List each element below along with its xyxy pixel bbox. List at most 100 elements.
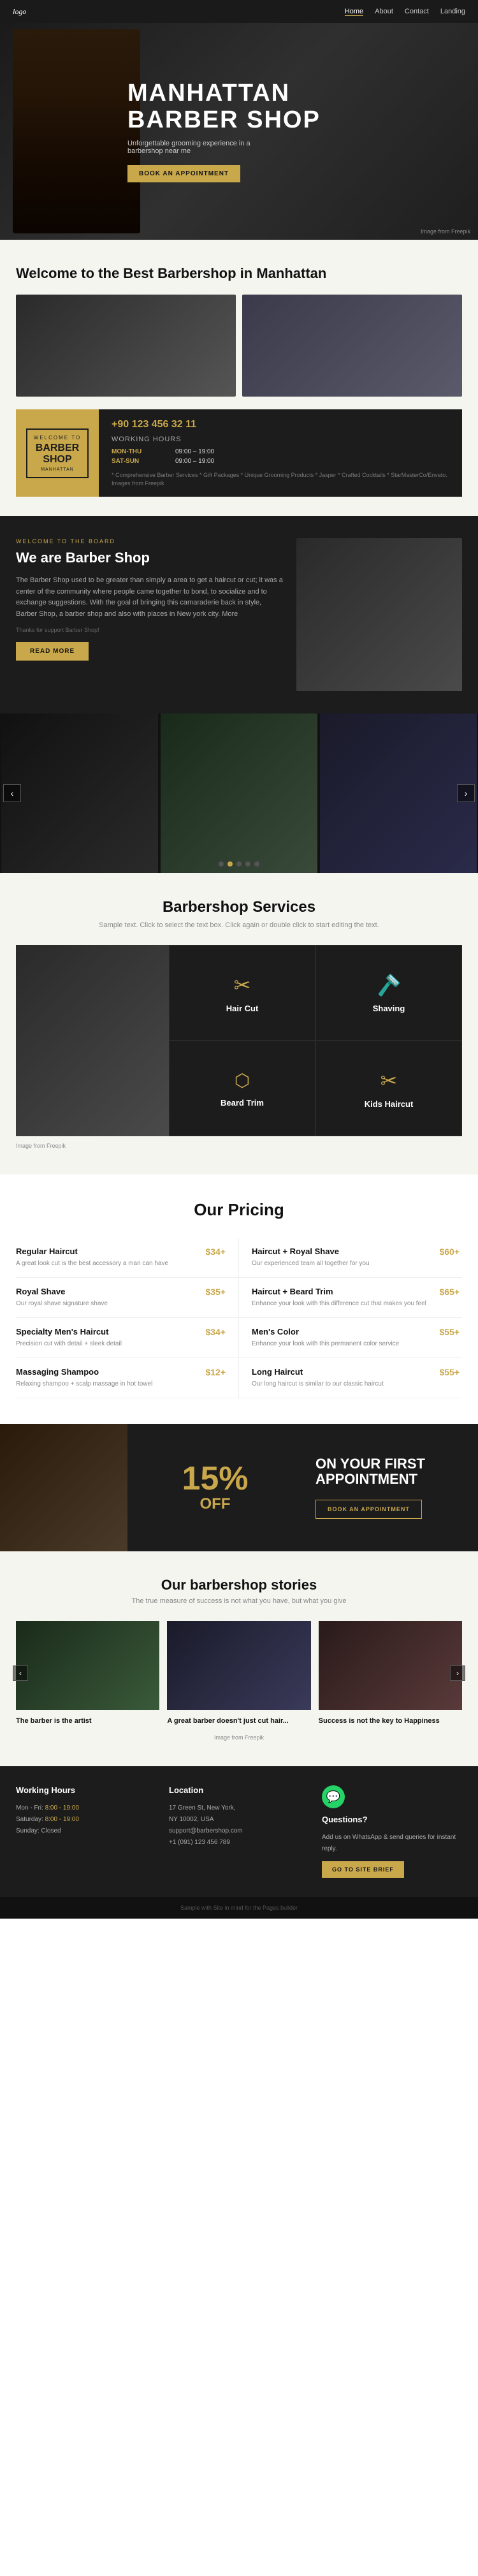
pricing-desc-2: Our experienced team all together for yo… — [252, 1259, 460, 1268]
footer-hours-sat: Saturday: 8:00 - 19:00 — [16, 1814, 156, 1826]
hero-cta-button[interactable]: BOOK AN APPOINTMENT — [127, 165, 240, 182]
footer-hours-col: Working Hours Mon - Fri: 8:00 - 19:00 Sa… — [16, 1785, 156, 1878]
service-name-beard: Beard Trim — [221, 1098, 264, 1108]
pricing-desc-4: Enhance your look with this difference c… — [252, 1299, 460, 1308]
carousel-slide-2 — [161, 714, 317, 873]
welcome-photo-2 — [242, 295, 462, 397]
pricing-price-8: $55+ — [439, 1367, 460, 1377]
service-kids-haircut[interactable]: ✂ Kids Haircut — [315, 1041, 462, 1136]
read-more-button[interactable]: READ MORE — [16, 642, 89, 661]
promo-cta-button[interactable]: BOOK AN APPOINTMENT — [315, 1500, 422, 1519]
barber-phone: +90 123 456 32 11 — [112, 419, 449, 430]
kids-scissors-icon: ✂ — [380, 1069, 398, 1093]
hero-section: MANHATTAN BARBER SHOP Unforgettable groo… — [0, 23, 478, 240]
story-card-2: A great barber doesn't just cut hair... — [167, 1621, 310, 1725]
services-main-photo — [16, 945, 169, 1136]
footer-phone[interactable]: +1 (091) 123 456 789 — [169, 1837, 309, 1848]
navbar: logo Home About Contact Landing — [0, 0, 478, 23]
service-beard-trim[interactable]: ⬡ Beard Trim — [169, 1041, 315, 1136]
story-card-1: The barber is the artist — [16, 1621, 159, 1725]
footer: Working Hours Mon - Fri: 8:00 - 19:00 Sa… — [0, 1766, 478, 1897]
carousel-section: ‹ › — [0, 714, 478, 873]
promo-right: ON YOUR FIRST APPOINTMENT BOOK AN APPOIN… — [303, 1424, 478, 1551]
nav-about[interactable]: About — [375, 8, 393, 16]
service-name-shaving: Shaving — [373, 1004, 405, 1013]
stories-carousel: The barber is the artist A great barber … — [16, 1621, 462, 1725]
about-text: WELCOME TO THE BOARD We are Barber Shop … — [16, 538, 284, 660]
story-card-3: Success is not the key to Happiness — [319, 1621, 462, 1725]
razor-icon: 🪒 — [376, 973, 402, 997]
hero-person-image — [13, 29, 140, 233]
carousel-dot-2[interactable] — [228, 861, 233, 867]
carousel-slide-3 — [320, 714, 477, 873]
pricing-grid: Regular Haircut $34+ A great look cut is… — [16, 1238, 462, 1398]
stories-next-button[interactable]: › — [450, 1665, 465, 1681]
about-credit: Thanks for support Barber Shop! — [16, 627, 284, 633]
hours-note: * Comprehensive Barber Services * Gift P… — [112, 471, 449, 487]
about-section: WELCOME TO THE BOARD We are Barber Shop … — [0, 516, 478, 714]
nav-home[interactable]: Home — [345, 8, 363, 16]
service-name-kids: Kids Haircut — [365, 1099, 414, 1109]
carousel-dot-4[interactable] — [245, 861, 250, 867]
carousel-dot-1[interactable] — [219, 861, 224, 867]
service-name-haircut: Hair Cut — [226, 1004, 259, 1013]
beard-icon: ⬡ — [235, 1070, 250, 1092]
nav-logo: logo — [13, 7, 26, 17]
stories-prev-button[interactable]: ‹ — [13, 1665, 28, 1681]
footer-location-title: Location — [169, 1785, 309, 1795]
badge-main: BARBER SHOP — [34, 443, 81, 465]
carousel-dot-3[interactable] — [236, 861, 242, 867]
badge-sub: MANHATTAN — [34, 467, 81, 472]
pricing-title: Our Pricing — [16, 1200, 462, 1220]
service-shaving[interactable]: 🪒 Shaving — [315, 945, 462, 1041]
pricing-name-6: Men's Color — [252, 1327, 299, 1336]
services-credit: Image from Freepik — [16, 1143, 462, 1149]
carousel-prev-button[interactable]: ‹ — [3, 784, 21, 802]
promo-section: 15% OFF ON YOUR FIRST APPOINTMENT BOOK A… — [0, 1424, 478, 1551]
pricing-item-7: Massaging Shampoo $12+ Relaxing shampoo … — [16, 1358, 239, 1398]
pricing-desc-1: A great look cut is the best accessory a… — [16, 1259, 226, 1268]
footer-address-2: NY 10002, USA — [169, 1814, 309, 1826]
carousel-inner — [0, 714, 478, 873]
welcome-photos — [16, 295, 462, 397]
pricing-name-1: Regular Haircut — [16, 1247, 78, 1256]
pricing-item-5: Specialty Men's Haircut $34+ Precision c… — [16, 1318, 239, 1358]
pricing-section: Our Pricing Regular Haircut $34+ A great… — [0, 1175, 478, 1424]
barber-badge: WELCOME TO BARBER SHOP MANHATTAN — [16, 409, 99, 497]
footer-hours-sun: Sunday: Closed — [16, 1826, 156, 1837]
footer-questions-desc: Add us on WhatsApp & send queries for in… — [322, 1832, 462, 1855]
carousel-slide-1 — [1, 714, 158, 873]
pricing-price-2: $60+ — [439, 1247, 460, 1257]
carousel-dot-5[interactable] — [254, 861, 259, 867]
nav-landing[interactable]: Landing — [440, 8, 465, 16]
pricing-item-4: Haircut + Beard Trim $65+ Enhance your l… — [239, 1278, 462, 1318]
footer-bottom: Sample with Site in mind for the Pages b… — [0, 1897, 478, 1919]
services-title: Barbershop Services — [16, 898, 462, 916]
barber-badge-inner: WELCOME TO BARBER SHOP MANHATTAN — [26, 428, 89, 478]
pricing-item-3: Royal Shave $35+ Our royal shave signatu… — [16, 1278, 239, 1318]
pricing-price-1: $34+ — [205, 1247, 226, 1257]
promo-off: OFF — [200, 1495, 231, 1513]
pricing-desc-8: Our long haircut is similar to our class… — [252, 1380, 460, 1389]
badge-top: WELCOME TO — [34, 435, 81, 441]
footer-questions-title: Questions? — [322, 1815, 462, 1824]
footer-email[interactable]: support@barbershop.com — [169, 1826, 309, 1837]
story-caption-3: Success is not the key to Happiness — [319, 1716, 462, 1725]
promo-title: ON YOUR FIRST APPOINTMENT — [315, 1456, 465, 1487]
nav-contact[interactable]: Contact — [405, 8, 429, 16]
pricing-name-8: Long Haircut — [252, 1367, 303, 1377]
footer-address-1: 17 Green St, New York, — [169, 1803, 309, 1814]
pricing-name-4: Haircut + Beard Trim — [252, 1287, 333, 1296]
promo-discount: 15% OFF — [127, 1424, 303, 1551]
carousel-next-button[interactable]: › — [457, 784, 475, 802]
footer-location-col: Location 17 Green St, New York, NY 10002… — [169, 1785, 309, 1878]
pricing-name-2: Haircut + Royal Shave — [252, 1247, 339, 1256]
services-section: Barbershop Services Sample text. Click t… — [0, 873, 478, 1175]
footer-contact-button[interactable]: GO TO SITE BRIEF — [322, 1861, 404, 1878]
about-title: We are Barber Shop — [16, 550, 284, 566]
pricing-item-1: Regular Haircut $34+ A great look cut is… — [16, 1238, 239, 1278]
pricing-price-7: $12+ — [205, 1367, 226, 1377]
service-haircut[interactable]: ✂ Hair Cut — [169, 945, 315, 1041]
pricing-name-7: Massaging Shampoo — [16, 1367, 99, 1377]
carousel-dots — [219, 861, 259, 867]
